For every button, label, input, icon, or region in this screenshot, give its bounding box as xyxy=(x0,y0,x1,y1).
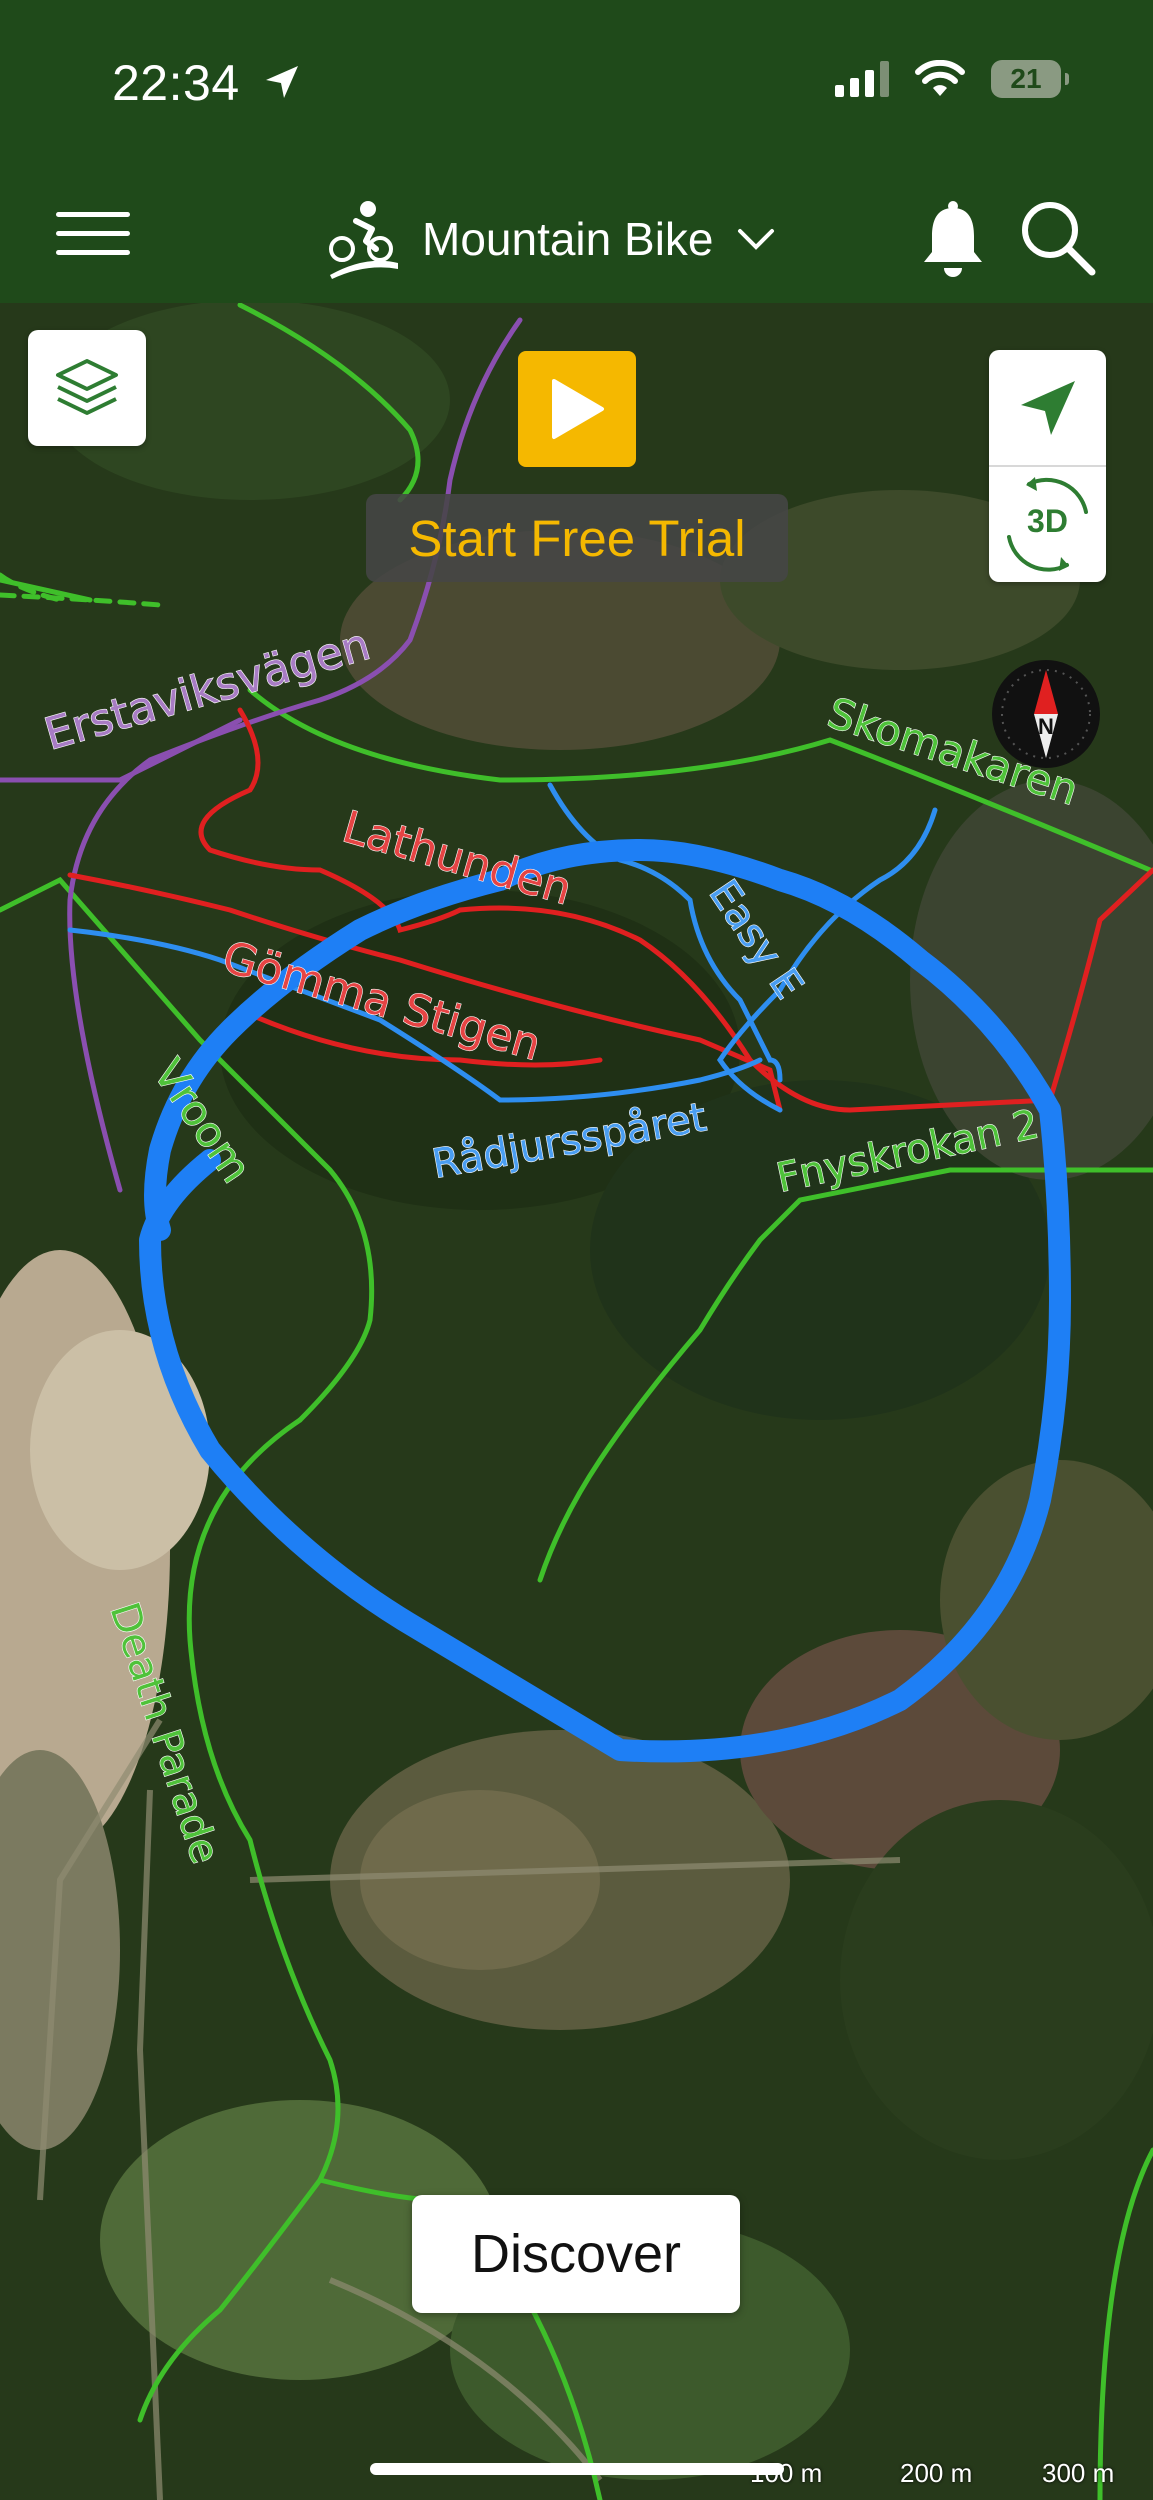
compass-north-label: N xyxy=(1038,714,1054,739)
play-icon xyxy=(552,379,604,439)
hamburger-icon-bar xyxy=(56,231,130,236)
chevron-down-icon xyxy=(737,229,774,250)
bell-icon xyxy=(924,201,982,277)
app-root: 22:34 21 Mountain Bike Erstaviksvägen Sk… xyxy=(0,0,1153,2500)
search-button[interactable] xyxy=(1018,198,1098,278)
locate-me-button[interactable] xyxy=(989,350,1106,465)
battery-icon: 21 xyxy=(991,60,1069,98)
map-layers-button[interactable] xyxy=(28,330,146,446)
battery-level: 21 xyxy=(1010,63,1042,94)
scale-label-200: 200 m xyxy=(900,2458,973,2488)
map-view[interactable]: Erstaviksvägen Skomakaren Lathunden Easy… xyxy=(0,303,1153,2500)
top-bar: 22:34 21 Mountain Bike xyxy=(0,0,1153,303)
start-free-trial-button[interactable]: Start Free Trial xyxy=(366,494,788,582)
layers-icon xyxy=(56,359,118,415)
navigation-arrow-icon xyxy=(1020,380,1075,435)
location-arrow-icon xyxy=(266,66,298,98)
scale-label-300: 300 m xyxy=(1042,2458,1115,2488)
status-icons: 21 xyxy=(835,60,1069,98)
status-time: 22:34 xyxy=(112,55,240,111)
mountain-bike-icon xyxy=(329,201,398,279)
menu-button[interactable] xyxy=(56,212,130,256)
home-indicator[interactable] xyxy=(370,2463,784,2475)
compass[interactable]: N xyxy=(990,658,1102,770)
activity-label: Mountain Bike xyxy=(422,213,714,265)
notifications-button[interactable] xyxy=(918,200,988,278)
hamburger-icon-bar xyxy=(56,212,130,217)
play-button[interactable] xyxy=(518,351,636,467)
map-controls-panel: 3D xyxy=(989,350,1106,582)
discover-button[interactable]: Discover xyxy=(412,2195,740,2313)
cellular-signal-icon xyxy=(835,61,889,97)
activity-selector[interactable]: Mountain Bike xyxy=(326,194,776,284)
3d-label: 3D xyxy=(1027,503,1068,539)
wifi-icon xyxy=(915,60,965,96)
satellite-map: Erstaviksvägen Skomakaren Lathunden Easy… xyxy=(0,303,1153,2500)
3d-toggle-button[interactable]: 3D xyxy=(989,467,1106,582)
hamburger-icon-bar xyxy=(56,250,130,255)
compass-icon: N xyxy=(992,660,1100,768)
search-icon xyxy=(1022,202,1096,276)
